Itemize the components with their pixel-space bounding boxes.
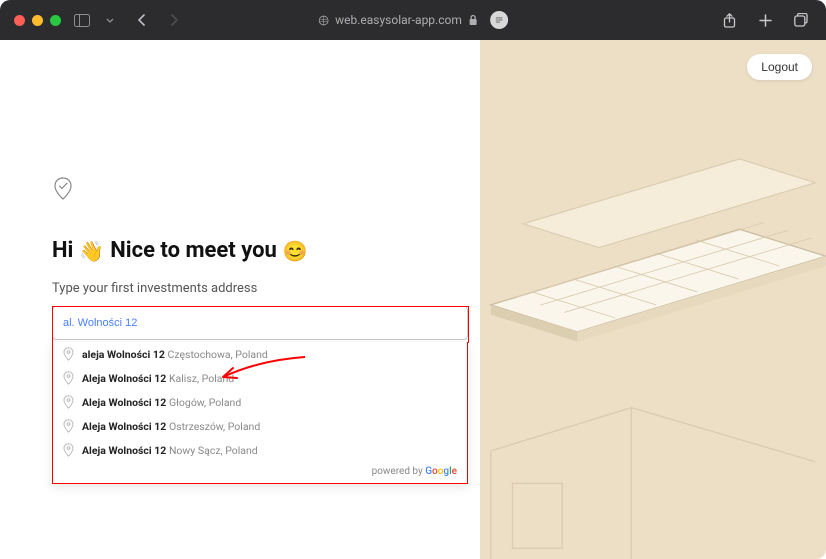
map-pin-icon [63, 443, 74, 457]
option-main: Aleja Wolności 12 [82, 420, 166, 433]
logout-button[interactable]: Logout [747, 54, 812, 80]
greeting-pre: Hi [52, 238, 73, 263]
option-secondary: Ostrzeszów, Poland [169, 420, 260, 433]
option-secondary: Częstochowa, Poland [168, 348, 268, 361]
reader-mode-button[interactable] [490, 11, 508, 29]
subtitle-text: Type your first investments address [52, 281, 428, 296]
powered-by-prefix: powered by [372, 466, 426, 477]
forward-button[interactable] [163, 9, 185, 31]
autocomplete-option[interactable]: aleja Wolności 12 Częstochowa, Poland [53, 342, 467, 366]
new-tab-button[interactable] [754, 9, 776, 31]
option-main: aleja Wolności 12 [82, 348, 165, 361]
map-pin-icon [63, 419, 74, 433]
option-secondary: Kalisz, Poland [169, 372, 234, 385]
smiling-face-icon: 😊 [283, 239, 308, 263]
tabs-overview-button[interactable] [790, 9, 812, 31]
option-secondary: Nowy Sącz, Poland [169, 444, 258, 457]
chevron-down-icon[interactable] [99, 9, 121, 31]
onboarding-panel: Hi 👋 Nice to meet you 😊 Type your first … [0, 40, 480, 559]
waving-hand-icon: 👋 [79, 239, 104, 263]
minimize-window-button[interactable] [32, 15, 43, 26]
option-secondary: Głogów, Poland [169, 396, 241, 409]
url-text: web.easysolar-app.com [335, 13, 462, 27]
location-pin-icon [52, 178, 74, 200]
lock-icon [468, 14, 478, 26]
page-viewport: Logout Hi 👋 Nice to meet you 😊 Type your… [0, 40, 826, 559]
autocomplete-dropdown: aleja Wolności 12 Częstochowa, Poland Al… [52, 342, 468, 484]
map-pin-icon [63, 347, 74, 361]
autocomplete-option[interactable]: Aleja Wolności 12 Głogów, Poland [53, 390, 467, 414]
option-main: Aleja Wolności 12 [82, 444, 166, 457]
browser-chrome: web.easysolar-app.com [0, 0, 826, 40]
map-pin-icon [63, 395, 74, 409]
address-combobox: ilp aleja Wolności 12 Częstochowa, Polan… [52, 306, 468, 340]
share-button[interactable] [718, 9, 740, 31]
address-bar[interactable]: web.easysolar-app.com [318, 11, 508, 29]
sidebar-toggle-button[interactable] [71, 9, 93, 31]
google-logo-text: Google [425, 466, 457, 477]
powered-by-google: powered by Google [53, 462, 467, 483]
autocomplete-option[interactable]: Aleja Wolności 12 Kalisz, Poland [53, 366, 467, 390]
map-pin-icon [63, 371, 74, 385]
option-main: Aleja Wolności 12 [82, 372, 166, 385]
illustration-panel [480, 40, 826, 559]
option-main: Aleja Wolności 12 [82, 396, 166, 409]
maximize-window-button[interactable] [50, 15, 61, 26]
greeting-post: Nice to meet you [110, 238, 277, 263]
autocomplete-option[interactable]: Aleja Wolności 12 Nowy Sącz, Poland [53, 438, 467, 462]
window-controls [14, 15, 61, 26]
back-button[interactable] [131, 9, 153, 31]
address-input[interactable] [52, 306, 468, 340]
page-title: Hi 👋 Nice to meet you 😊 [52, 238, 428, 263]
site-settings-icon [318, 15, 329, 26]
close-window-button[interactable] [14, 15, 25, 26]
autocomplete-option[interactable]: Aleja Wolności 12 Ostrzeszów, Poland [53, 414, 467, 438]
